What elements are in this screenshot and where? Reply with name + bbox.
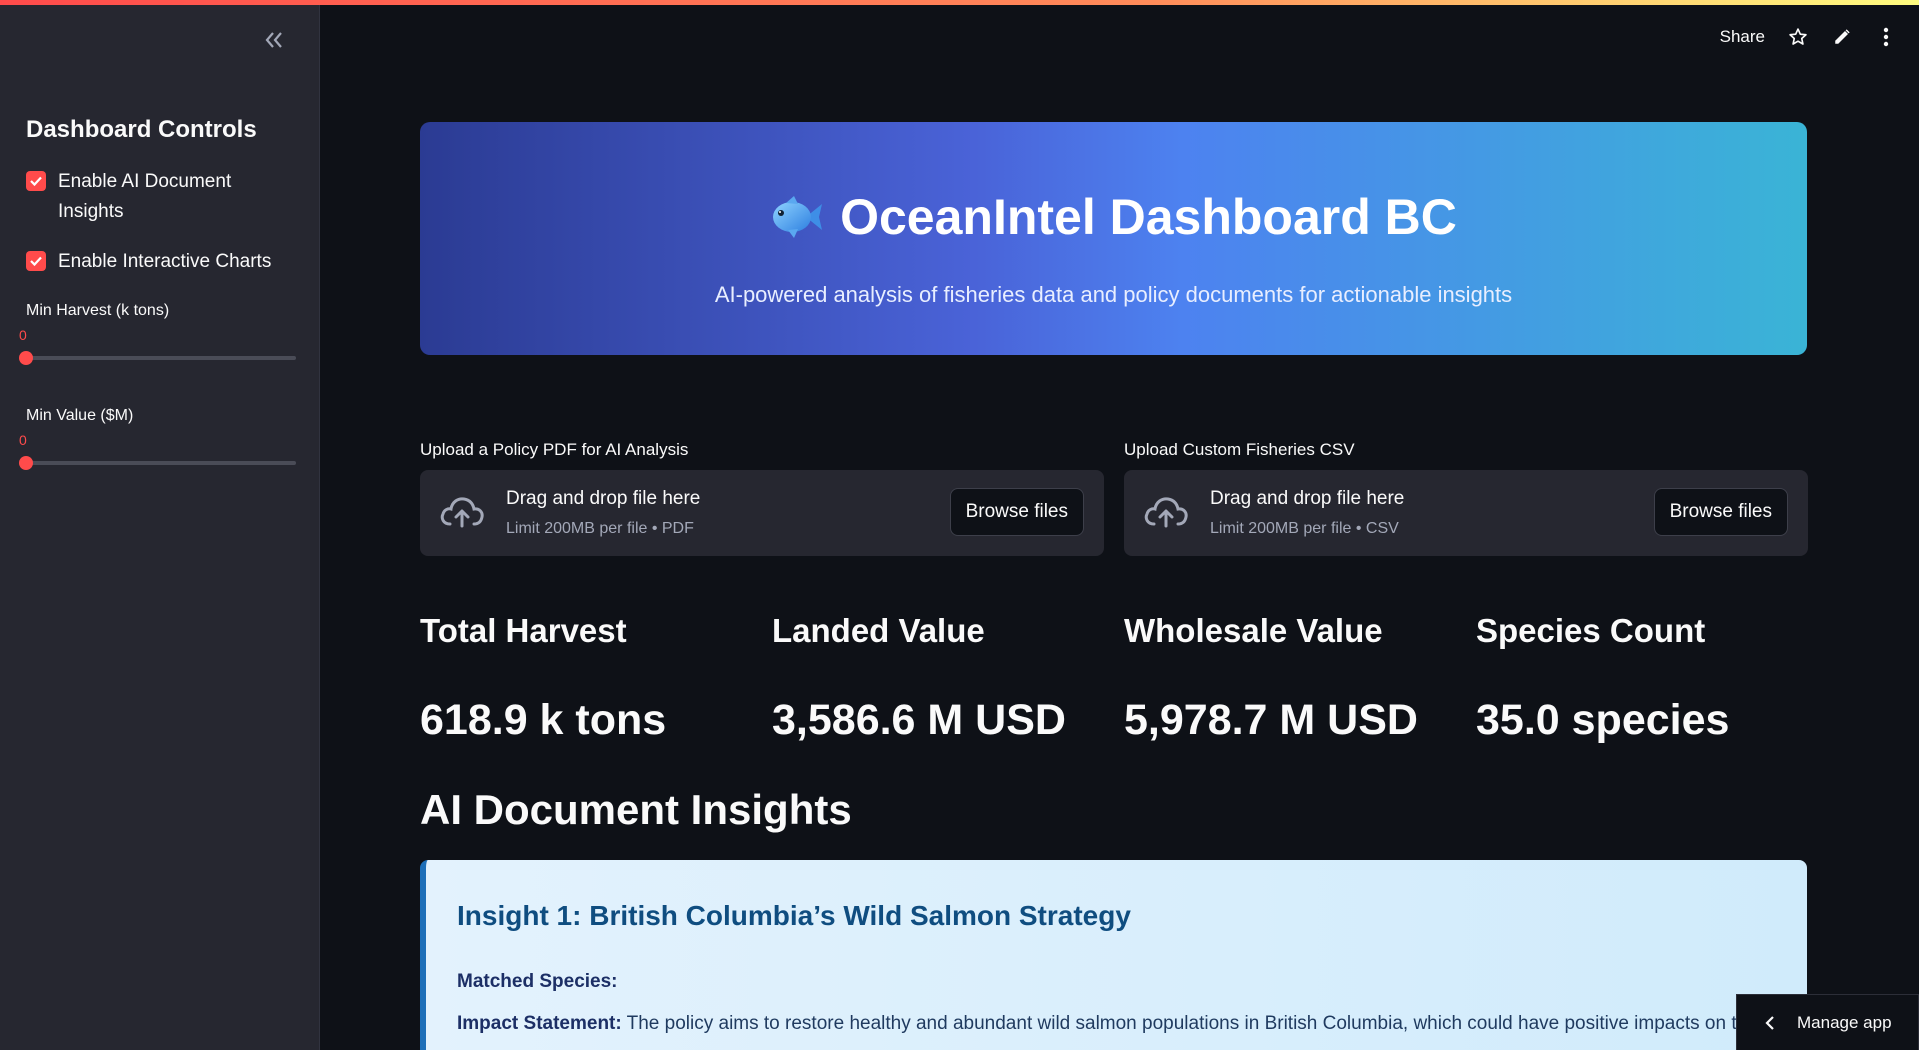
cloud-upload-icon — [440, 497, 484, 528]
dropzone-instructions: Drag and drop file here — [1210, 488, 1405, 509]
csv-dropzone[interactable]: Drag and drop file here Limit 200MB per … — [1124, 470, 1808, 556]
dropzone-limit: Limit 200MB per file • CSV — [1210, 520, 1399, 537]
double-chevron-left-icon — [265, 32, 282, 48]
metric-label: Wholesale Value — [1124, 612, 1383, 649]
hero-title-text: OceanIntel Dashboard BC — [840, 189, 1457, 245]
checkbox-checked-icon[interactable] — [26, 251, 46, 271]
insight-title: Insight 1: British Columbia’s Wild Salmo… — [457, 900, 1131, 931]
min-harvest-value: 0 — [19, 327, 27, 343]
impact-statement-text: The policy aims to restore healthy and a… — [621, 1013, 1758, 1034]
more-options-icon[interactable] — [1875, 26, 1897, 48]
uploader-label: Upload Custom Fisheries CSV — [1124, 440, 1355, 459]
metric-value: 618.9 k tons — [420, 696, 667, 744]
metric-label: Landed Value — [772, 612, 985, 649]
csv-uploader: Upload Custom Fisheries CSV Drag and dro… — [1124, 440, 1808, 556]
pdf-dropzone[interactable]: Drag and drop file here Limit 200MB per … — [420, 470, 1104, 556]
min-harvest-label: Min Harvest (k tons) — [26, 302, 170, 319]
hero-title: OceanIntel Dashboard BC — [420, 188, 1807, 246]
ai-insights-checkbox[interactable]: Enable AI Document Insights — [26, 167, 231, 227]
insights-heading: AI Document Insights — [420, 786, 852, 833]
cloud-upload-icon — [1144, 497, 1188, 528]
metric-total-harvest: Total Harvest 618.9 k tons — [420, 612, 666, 744]
top-decoration-stripe — [0, 0, 1919, 5]
slider-thumb[interactable] — [19, 351, 33, 365]
metric-label: Total Harvest — [420, 612, 627, 649]
min-value-label: Min Value ($M) — [26, 407, 134, 424]
matched-species-label: Matched Species: — [457, 971, 618, 992]
checkbox-checked-icon[interactable] — [26, 171, 46, 191]
insight-card: Insight 1: British Columbia’s Wild Salmo… — [420, 860, 1807, 1050]
checkbox-label: Enable AI Document Insights — [58, 171, 232, 222]
sidebar: Dashboard Controls Enable AI Document In… — [0, 0, 320, 1050]
metric-species-count: Species Count 35.0 species — [1476, 612, 1729, 744]
star-icon[interactable] — [1787, 26, 1809, 48]
metric-wholesale-value: Wholesale Value 5,978.7 M USD — [1124, 612, 1418, 744]
dropzone-instructions: Drag and drop file here — [506, 488, 701, 509]
dropzone-limit: Limit 200MB per file • PDF — [506, 520, 694, 537]
metric-landed-value: Landed Value 3,586.6 M USD — [772, 612, 1066, 744]
min-harvest-slider[interactable] — [19, 351, 296, 365]
impact-statement-line: Impact Statement: The policy aims to res… — [457, 1013, 1758, 1035]
min-value-slider[interactable] — [19, 456, 296, 470]
uploader-label: Upload a Policy PDF for AI Analysis — [420, 440, 689, 459]
browse-files-button[interactable]: Browse files — [1653, 488, 1788, 536]
browse-files-button[interactable]: Browse files — [949, 488, 1084, 536]
checkbox-label: Enable Interactive Charts — [58, 251, 272, 272]
pdf-uploader: Upload a Policy PDF for AI Analysis Drag… — [420, 440, 1104, 556]
edit-pencil-icon[interactable] — [1831, 26, 1853, 48]
collapse-sidebar-button[interactable] — [258, 24, 290, 56]
metric-label: Species Count — [1476, 612, 1706, 649]
share-button[interactable]: Share — [1720, 27, 1765, 47]
matched-species-line: Matched Species: — [457, 971, 618, 993]
impact-statement-label: Impact Statement: — [457, 1013, 622, 1034]
manage-app-button[interactable]: Manage app — [1736, 994, 1919, 1050]
header-actions: Share — [1720, 26, 1897, 48]
chevron-left-icon — [1765, 1015, 1774, 1030]
hero-banner: OceanIntel Dashboard BC AI-powered analy… — [420, 122, 1807, 355]
sidebar-title: Dashboard Controls — [26, 116, 257, 143]
slider-thumb[interactable] — [19, 456, 33, 470]
metric-value: 3,586.6 M USD — [772, 696, 1066, 744]
metric-value: 35.0 species — [1476, 696, 1730, 744]
hero-subtitle: AI-powered analysis of fisheries data an… — [714, 282, 1513, 307]
fish-icon — [773, 196, 823, 238]
metric-value: 5,978.7 M USD — [1124, 696, 1418, 744]
min-value-value: 0 — [19, 432, 27, 448]
interactive-charts-checkbox[interactable]: Enable Interactive Charts — [26, 247, 271, 277]
manage-app-label: Manage app — [1797, 1012, 1892, 1032]
